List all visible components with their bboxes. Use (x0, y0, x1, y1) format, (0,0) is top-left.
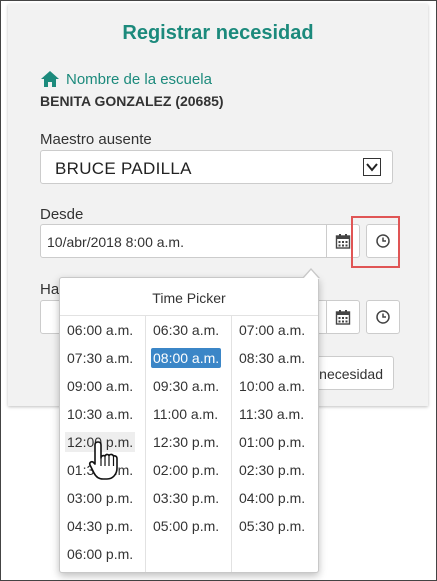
time-slot[interactable]: 11:30 a.m. (237, 404, 306, 424)
calendar-icon (335, 234, 351, 249)
time-slot[interactable]: 06:00 p.m. (65, 544, 135, 564)
time-slot[interactable]: 02:30 p.m. (237, 460, 307, 480)
school-label-text: Nombre de la escuela (66, 70, 212, 88)
time-slot[interactable]: 06:30 a.m. (151, 320, 221, 340)
time-slot[interactable]: 10:00 a.m. (237, 376, 307, 396)
time-slot[interactable]: 04:30 p.m. (65, 516, 135, 536)
calendar-icon (335, 310, 351, 325)
school-name-value: BENITA GONZALEZ (20685) (40, 93, 224, 109)
time-slot[interactable]: 05:30 p.m. (237, 516, 307, 536)
time-picker-popup: Time Picker 06:00 a.m. 07:30 a.m. 09:00 a.… (59, 268, 320, 573)
time-slot[interactable]: 12:30 p.m. (151, 432, 221, 452)
time-slot[interactable]: 10:30 a.m. (65, 404, 135, 424)
clock-button-highlight (351, 216, 400, 268)
absent-teacher-value: BRUCE PADILLA (55, 159, 192, 178)
time-slot[interactable]: 02:00 p.m. (151, 460, 221, 480)
time-picker-title: Time Picker (152, 290, 226, 306)
time-slot[interactable]: 07:00 a.m. (237, 320, 307, 340)
time-slot[interactable]: 09:00 a.m. (65, 376, 135, 396)
time-slot[interactable]: 06:00 a.m. (65, 320, 135, 340)
from-label: Desde (40, 206, 84, 223)
to-label: Ha (40, 281, 60, 298)
chevron-down-icon[interactable] (363, 158, 381, 176)
time-slot[interactable]: 05:00 p.m. (151, 516, 221, 536)
time-slot[interactable]: 03:00 p.m. (65, 488, 135, 508)
to-calendar-button[interactable] (326, 300, 360, 334)
school-name-label: Nombre de la escuela (40, 70, 212, 88)
from-datetime-input[interactable]: 10/abr/2018 8:00 a.m. (40, 224, 330, 258)
clock-icon (376, 310, 390, 324)
time-slot[interactable]: 11:00 a.m. (151, 404, 220, 424)
absent-teacher-select[interactable]: BRUCE PADILLA (40, 150, 393, 184)
page-title: Registrar necesidad (122, 22, 314, 44)
time-column-3: 07:00 a.m. 08:30 a.m. 10:00 a.m. 11:30 a.m.… (232, 316, 317, 572)
register-need-submit-button[interactable]: necesidad (308, 356, 394, 390)
time-slot[interactable]: 09:30 a.m. (151, 376, 221, 396)
time-column-2: 06:30 a.m. 08:00 a.m. 09:30 a.m. 11:00 a.m.… (146, 316, 232, 572)
from-datetime-value: 10/abr/2018 8:00 a.m. (47, 234, 184, 250)
time-slot[interactable]: 08:30 a.m. (237, 348, 307, 368)
to-time-button[interactable] (366, 300, 400, 334)
time-slot[interactable]: 01:00 p.m. (237, 432, 307, 452)
hand-pointer-icon (88, 441, 118, 480)
time-slot[interactable]: 03:30 p.m. (151, 488, 221, 508)
home-icon (41, 71, 59, 87)
time-slot[interactable]: 04:00 p.m. (237, 488, 307, 508)
time-slot[interactable]: 07:30 a.m. (65, 348, 135, 368)
time-slot[interactable]: 08:00 a.m. (151, 348, 222, 368)
absent-teacher-label: Maestro ausente (40, 131, 152, 148)
